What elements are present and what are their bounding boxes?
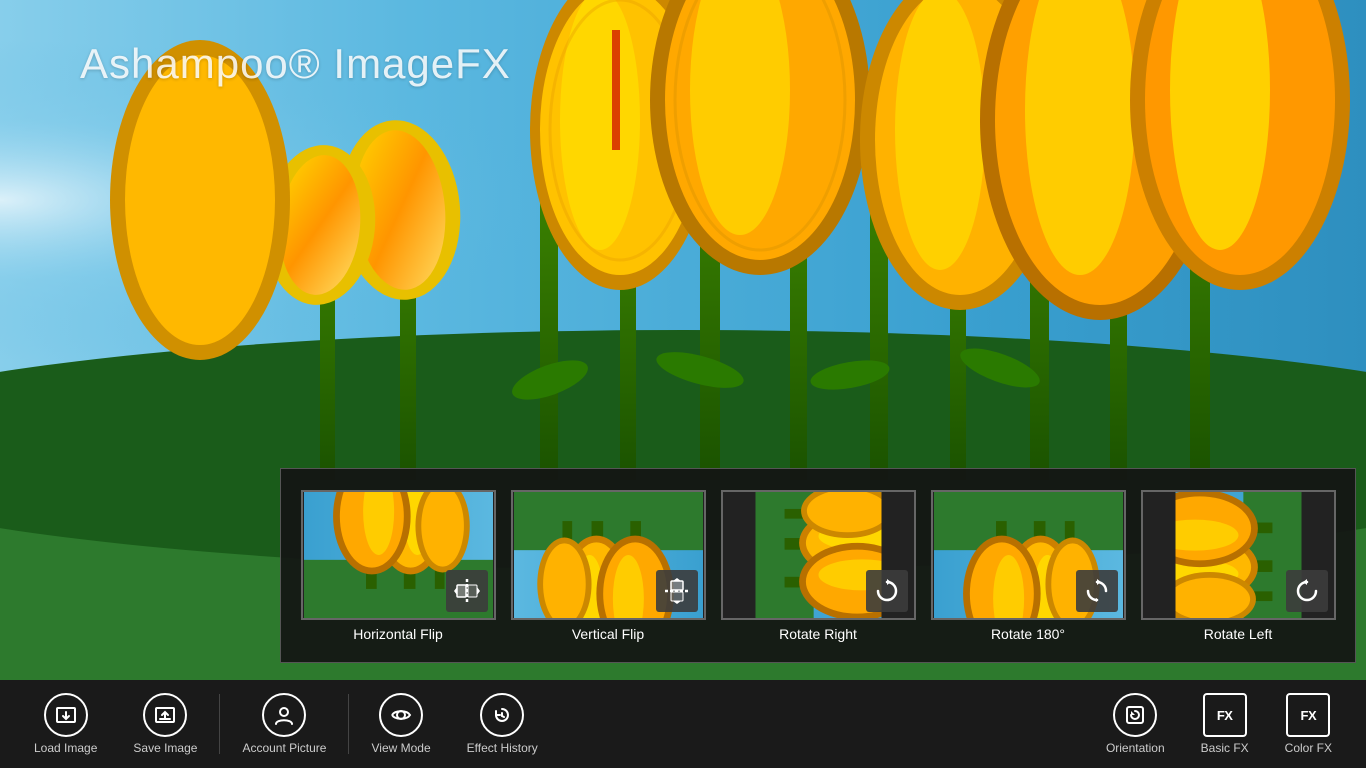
load-icon [44, 693, 88, 737]
account-picture-button[interactable]: Account Picture [224, 680, 344, 768]
color-fx-text: FX [1301, 708, 1317, 723]
rotate-right-thumb [721, 490, 916, 620]
history-icon [480, 693, 524, 737]
rotate-right-icon [866, 570, 908, 612]
rotate-180-item[interactable]: Rotate 180° [927, 490, 1129, 642]
view-icon [379, 693, 423, 737]
vertical-flip-thumb [511, 490, 706, 620]
color-fx-icon: FX [1286, 693, 1330, 737]
basic-fx-button[interactable]: FX Basic FX [1183, 680, 1267, 768]
vertical-flip-item[interactable]: Vertical Flip [507, 490, 709, 642]
orientation-button[interactable]: Orientation [1088, 680, 1183, 768]
horizontal-flip-item[interactable]: Horizontal Flip [297, 490, 499, 642]
color-fx-button[interactable]: FX Color FX [1267, 680, 1350, 768]
rotate-180-label: Rotate 180° [991, 626, 1065, 642]
vertical-flip-label: Vertical Flip [572, 626, 644, 642]
flip-h-icon [446, 570, 488, 612]
rotate-180-thumb [931, 490, 1126, 620]
transform-panel: Horizontal Flip [280, 468, 1356, 663]
orientation-icon [1113, 693, 1157, 737]
rotate-right-label: Rotate Right [779, 626, 857, 642]
divider-2 [348, 694, 349, 754]
divider-1 [219, 694, 220, 754]
color-fx-label: Color FX [1285, 741, 1332, 755]
basic-fx-icon: FX [1203, 693, 1247, 737]
rotate-left-thumb [1141, 490, 1336, 620]
view-mode-label: View Mode [371, 741, 430, 755]
view-mode-button[interactable]: View Mode [353, 680, 448, 768]
rotate-left-icon [1286, 570, 1328, 612]
rotate-left-item[interactable]: Rotate Left [1137, 490, 1339, 642]
basic-fx-label: Basic FX [1201, 741, 1249, 755]
rotate-180-icon [1076, 570, 1118, 612]
toolbar: Load Image Save Image Account Picture [0, 680, 1366, 768]
load-image-label: Load Image [34, 741, 97, 755]
effect-history-button[interactable]: Effect History [449, 680, 556, 768]
save-icon [143, 693, 187, 737]
save-image-button[interactable]: Save Image [115, 680, 215, 768]
save-image-label: Save Image [133, 741, 197, 755]
account-picture-label: Account Picture [242, 741, 326, 755]
flip-v-icon [656, 570, 698, 612]
effect-history-label: Effect History [467, 741, 538, 755]
rotate-left-label: Rotate Left [1204, 626, 1273, 642]
horizontal-flip-label: Horizontal Flip [353, 626, 442, 642]
load-image-button[interactable]: Load Image [16, 680, 115, 768]
account-icon [262, 693, 306, 737]
basic-fx-text: FX [1217, 708, 1233, 723]
orientation-label: Orientation [1106, 741, 1165, 755]
horizontal-flip-thumb [301, 490, 496, 620]
rotate-right-item[interactable]: Rotate Right [717, 490, 919, 642]
